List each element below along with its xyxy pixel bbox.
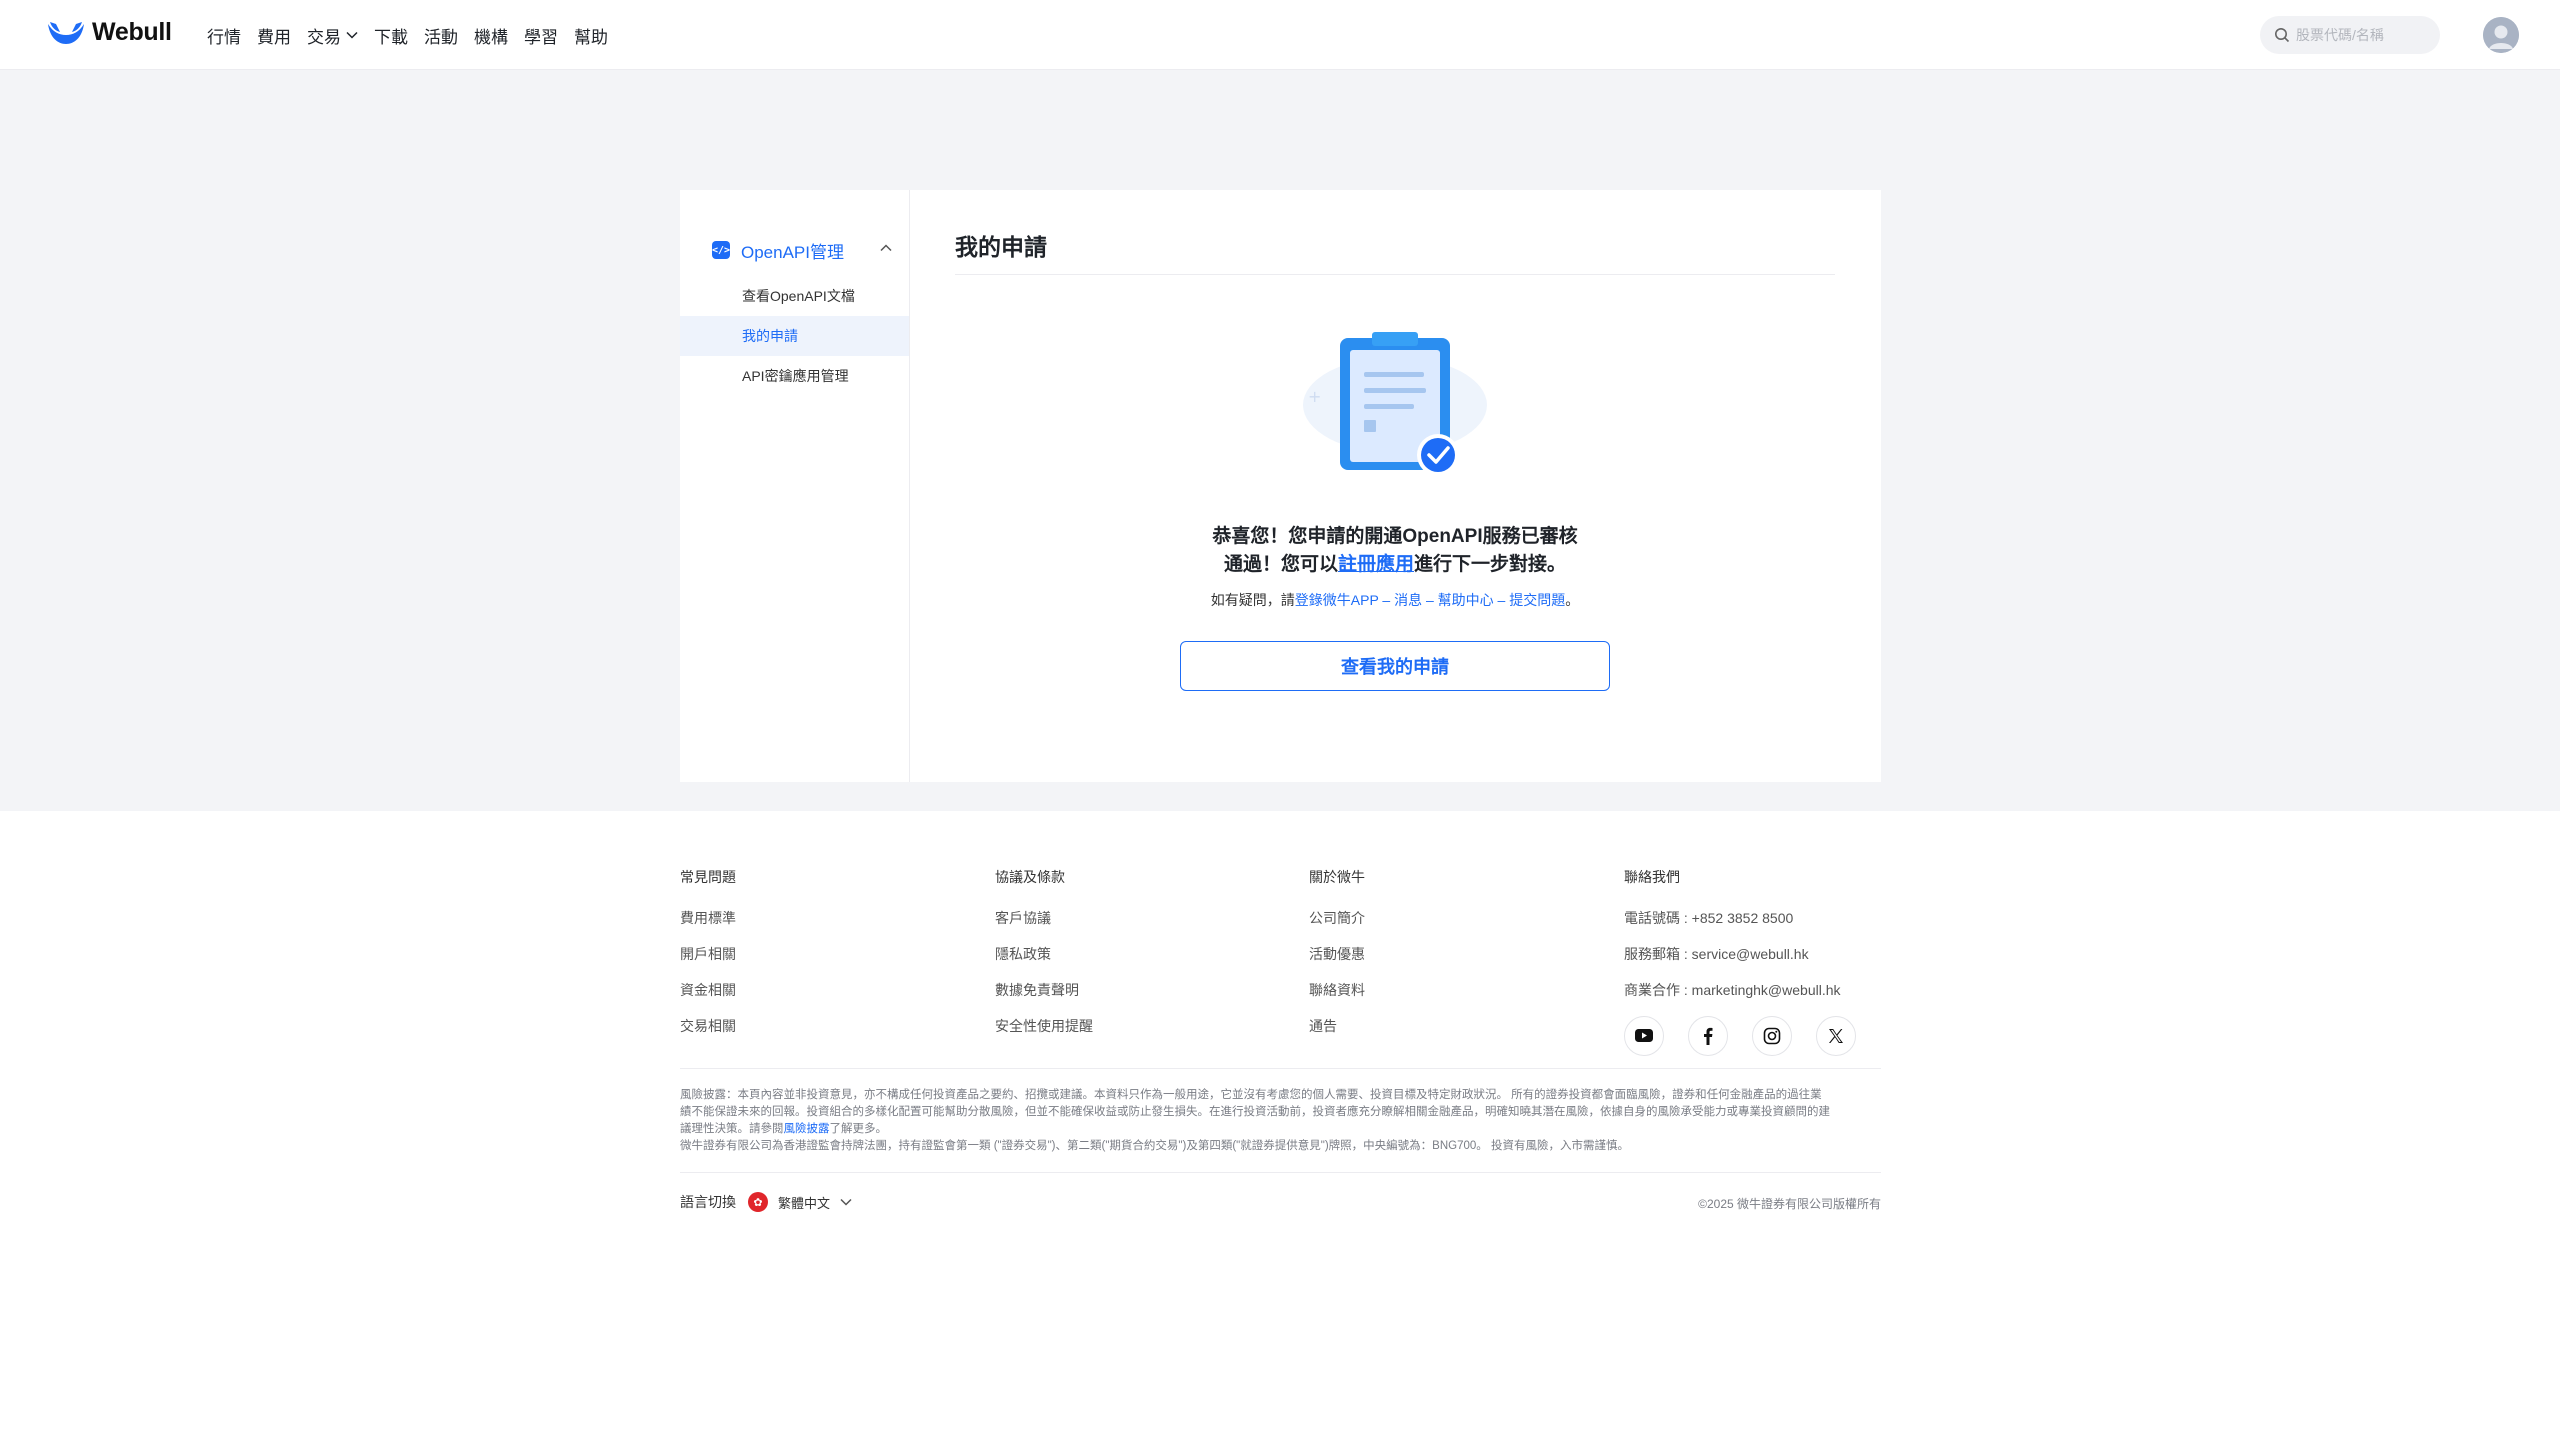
footer-business-email[interactable]: 商業合作 : marketinghk@webull.hk [1624,980,1880,1000]
risk-disclosure-link[interactable]: 風險披露 [784,1123,830,1135]
content-card: </> OpenAPI管理 查看OpenAPI文檔 我的申請 API密鑰應用管理… [680,190,1881,782]
footer-phone: 電話號碼 : +852 3852 8500 [1624,910,1794,926]
instagram-icon[interactable] [1752,1016,1792,1056]
nav-item-trade-label: 交易 [307,27,341,47]
license-statement: 微牛證券有限公司為香港證監會持牌法團，持有證監會第一類 ("證券交易")、第二類… [680,1140,1629,1152]
nav-item-events[interactable]: 活動 [424,23,458,48]
chevron-up-icon [880,244,892,252]
page-title: 我的申請 [955,234,1047,260]
chevron-down-icon [346,31,358,39]
footer-link-company[interactable]: 公司簡介 [1309,908,1365,928]
approval-message-line1: 恭喜您！您申請的開通OpenAPI服務已審核 [1212,526,1578,547]
main-area: </> OpenAPI管理 查看OpenAPI文檔 我的申請 API密鑰應用管理… [0,70,2560,811]
x-icon[interactable] [1816,1016,1856,1056]
copyright: ©2025 微牛證券有限公司版權所有 [1698,1197,1881,1211]
approval-message: 恭喜您！您申請的開通OpenAPI服務已審核 通過！您可以註冊應用進行下一步對接… [955,523,1835,579]
webull-logo[interactable]: Webull [46,18,172,47]
brand-name: Webull [92,18,172,46]
footer-link-funds[interactable]: 資金相關 [680,980,736,1000]
footer-link-trading[interactable]: 交易相關 [680,1016,736,1036]
search-box[interactable] [2260,16,2440,54]
sidebar-group-openapi[interactable]: </> OpenAPI管理 [712,238,892,262]
avatar[interactable] [2483,17,2519,53]
youtube-icon[interactable] [1624,1016,1664,1056]
risk-disclosure-line: 績不能保證未來的回報。投資組合的多樣化配置可能幫助分散風險，但並不能確保收益或防… [680,1106,1830,1118]
user-avatar-icon [2483,17,2519,53]
webull-logo-icon [48,21,84,44]
footer-divider [680,1068,1881,1069]
footer-link-notices[interactable]: 通告 [1309,1016,1365,1036]
footer-column-contact: 聯絡我們 電話號碼 : +852 3852 8500 服務郵箱 : servic… [1624,867,1880,1056]
help-hint-prefix: 如有疑問，請 [1210,592,1295,608]
approval-message-line2-end: 進行下一步對接。 [1414,554,1567,575]
view-my-application-button[interactable]: 查看我的申請 [1180,641,1610,691]
search-icon [2275,28,2290,43]
footer-link-account-opening[interactable]: 開戶相關 [680,944,736,964]
register-app-link[interactable]: 註冊應用 [1338,554,1414,575]
language-switcher[interactable]: 語言切換 ✿ 繁體中文 [680,1192,852,1212]
nav-item-institutions[interactable]: 機構 [474,23,508,48]
footer: 常見問題 費用標準 開戶相關 資金相關 交易相關 協議及條款 客戶協議 隱私政策… [0,811,2560,1440]
footer-link-contact-info[interactable]: 聯絡資料 [1309,980,1365,1000]
risk-disclosure-line: 議理性決策。請參閱風險披露了解更多。 [680,1121,1881,1138]
footer-email[interactable]: 服務郵箱 : service@webull.hk [1624,944,1880,964]
footer-link-privacy[interactable]: 隱私政策 [995,944,1093,964]
svg-text:+: + [1308,387,1321,406]
main-nav: 行情 費用 交易 下載 活動 機構 學習 幫助 [207,0,624,70]
footer-column-title: 協議及條款 [995,869,1065,885]
language-label: 語言切換 [680,1194,736,1210]
help-hint-path: 登錄微牛APP – 消息 – 幫助中心 – 提交問題 [1294,592,1566,608]
approval-message-line2: 通過！您可以 [1223,554,1338,575]
search-input[interactable] [2296,27,2426,43]
hong-kong-flag-icon: ✿ [748,1192,768,1212]
sidebar-item-openapi-docs[interactable]: 查看OpenAPI文檔 [680,276,909,316]
nav-item-download[interactable]: 下載 [374,23,408,48]
footer-column-title: 常見問題 [680,869,736,885]
footer-column-title: 聯絡我們 [1624,869,1680,885]
footer-column-terms: 協議及條款 客戶協議 隱私政策 數據免責聲明 安全性使用提醒 [995,867,1093,1052]
chevron-down-icon [840,1198,852,1206]
nav-item-learn[interactable]: 學習 [524,23,558,48]
nav-item-trade[interactable]: 交易 [307,23,358,48]
top-header: Webull 行情 費用 交易 下載 活動 機構 學習 幫助 [0,0,2560,70]
language-value: 繁體中文 [778,1195,831,1211]
help-hint: 如有疑問，請登錄微牛APP – 消息 – 幫助中心 – 提交問題。 [955,590,1835,610]
footer-column-about: 關於微牛 公司簡介 活動優惠 聯絡資料 通告 [1309,867,1365,1052]
title-divider [955,274,1835,275]
footer-link-fees[interactable]: 費用標準 [680,908,736,928]
footer-link-security-reminder[interactable]: 安全性使用提醒 [995,1016,1093,1036]
footer-column-faq: 常見問題 費用標準 開戶相關 資金相關 交易相關 [680,867,736,1052]
code-icon: </> [712,241,730,259]
risk-disclosure-text: 了解更多。 [829,1123,888,1135]
nav-item-help[interactable]: 幫助 [574,23,608,48]
footer-link-data-disclaimer[interactable]: 數據免責聲明 [995,980,1093,1000]
risk-disclosure-text: 議理性決策。請參閱 [680,1123,784,1135]
footer-divider [680,1172,1881,1173]
help-hint-suffix: 。 [1565,592,1580,608]
risk-disclosure: 風險披露：本頁內容並非投資意見，亦不構成任何投資產品之要約、招攬或建議。本資料只… [680,1087,1881,1155]
footer-link-promotions[interactable]: 活動優惠 [1309,944,1365,964]
social-links [1624,1016,1880,1056]
footer-column-title: 關於微牛 [1309,869,1365,885]
nav-item-quotes[interactable]: 行情 [207,23,241,48]
sidebar-item-api-key-management[interactable]: API密鑰應用管理 [680,356,909,396]
sidebar: </> OpenAPI管理 查看OpenAPI文檔 我的申請 API密鑰應用管理 [680,190,910,782]
nav-item-fees[interactable]: 費用 [257,23,291,48]
footer-link-customer-agreement[interactable]: 客戶協議 [995,908,1093,928]
risk-disclosure-line: 風險披露：本頁內容並非投資意見，亦不構成任何投資產品之要約、招攬或建議。本資料只… [680,1089,1822,1101]
sidebar-group-label: OpenAPI管理 [741,242,844,262]
sidebar-item-my-applications[interactable]: 我的申請 [680,316,909,356]
clipboard-check-illustration: + [1303,332,1487,476]
facebook-icon[interactable] [1688,1016,1728,1056]
